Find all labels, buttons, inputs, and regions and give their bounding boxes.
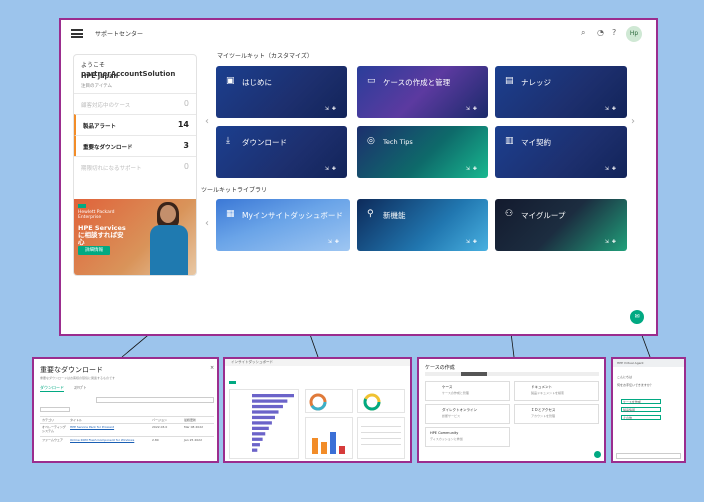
chart-bar xyxy=(252,410,279,414)
chart-bar xyxy=(252,399,288,403)
search-icon[interactable]: ⌕ xyxy=(581,28,585,38)
pin-icon[interactable]: ⇲✚ xyxy=(466,239,480,245)
donut-chart xyxy=(363,393,381,411)
donut-chart xyxy=(309,393,327,411)
pin-icon[interactable]: ⇲✚ xyxy=(605,166,619,172)
avatar[interactable]: Hp xyxy=(626,26,642,42)
noticed-label: 注目のアイテム xyxy=(81,84,113,89)
lightbulb-icon: ◎ xyxy=(367,136,375,146)
promo-headline: HPE Servicesに相談すれば安心 xyxy=(78,224,126,246)
downloads-subtitle: 重要なダウンロードはお客様の環境に関連するものです xyxy=(40,376,116,380)
sidebar-item-product-alerts[interactable]: 製品アラート 14 xyxy=(74,114,196,135)
document-icon: ▥ xyxy=(505,136,514,146)
folder-icon: ▭ xyxy=(367,76,376,86)
tile-my-groups[interactable]: ⚇ マイグループ ⇲✚ xyxy=(495,199,627,251)
promo-banner[interactable]: Hewlett Packard Enterprise HPE Servicesに… xyxy=(74,199,196,275)
chat-icon[interactable]: ✉ xyxy=(630,310,644,324)
sidebar-item-expiring-support[interactable]: 期限切れになるサポート 0 xyxy=(74,156,196,177)
pin-icon[interactable]: ⇲✚ xyxy=(466,166,480,172)
case-card[interactable]: ケース ケースの作成と管理 xyxy=(425,381,510,401)
table-row[interactable]: ファームウェア Online ROM Flash Component for W… xyxy=(40,438,214,448)
tile-my-contracts[interactable]: ▥ マイ契約 ⇲✚ xyxy=(495,126,627,178)
pin-icon[interactable]: ⇲✚ xyxy=(605,106,619,112)
chart-bar xyxy=(252,443,260,447)
chevron-left-icon[interactable]: ‹ xyxy=(205,218,209,229)
downloads-panel-thumbnail: 重要なダウンロード 重要なダウンロードはお客様の環境に関連するものです × ダウ… xyxy=(32,357,219,463)
dashboard-title: インサイトダッシュボード xyxy=(231,360,273,364)
download-icon: ⤓ xyxy=(226,136,230,146)
help-icon[interactable]: ? xyxy=(612,28,616,38)
book-icon: ▤ xyxy=(505,76,514,86)
tile-case-management[interactable]: ▭ ケースの作成と管理 ⇲✚ xyxy=(357,66,488,118)
chat-option[interactable]: 製品情報 xyxy=(621,407,661,412)
chat-title: HPE Virtual Agent xyxy=(617,361,644,365)
case-card[interactable]: ＩＤとアクセス アカウントを管理 xyxy=(514,404,599,424)
chart-bar xyxy=(252,426,269,430)
chat-option[interactable]: ケースを作成 xyxy=(621,399,661,404)
menu-icon[interactable] xyxy=(71,29,83,38)
pin-icon[interactable]: ⇲✚ xyxy=(325,106,339,112)
tile-downloads[interactable]: ⤓ ダウンロード ⇲✚ xyxy=(216,126,347,178)
chat-option[interactable]: その他 xyxy=(621,415,661,420)
search-input[interactable] xyxy=(96,397,214,403)
case-card[interactable]: ダイレクトオンライン 診断サービス xyxy=(425,404,510,424)
tab-scripts[interactable]: ｽｸﾘﾌﾟﾄ xyxy=(74,385,86,391)
chat-message: こんにちは xyxy=(617,375,633,379)
chart-bar xyxy=(252,421,272,425)
tile-insight-dashboard[interactable]: ▦ Myインサイトダッシュボード ⇲✚ xyxy=(216,199,350,251)
company-name: HPE japan xyxy=(81,72,119,80)
chart-icon: ▦ xyxy=(226,209,235,219)
col-version: バージョン xyxy=(152,418,167,422)
support-center-screen: サポートセンター ⌕ ◔ ? Hp ようこそ partnerAccountSol… xyxy=(59,18,658,336)
promo-person-image xyxy=(144,199,196,275)
chart-bar xyxy=(252,394,294,398)
tile-new-features[interactable]: ⚲ 新機能 ⇲✚ xyxy=(357,199,488,251)
chart-bar xyxy=(252,404,283,409)
bell-icon[interactable]: ◔ xyxy=(597,28,604,38)
promo-button[interactable]: 詳細情報 xyxy=(78,246,110,255)
clipboard-icon: ▣ xyxy=(226,76,235,86)
chevron-right-icon[interactable]: › xyxy=(631,116,635,127)
tile-knowledge[interactable]: ▤ ナレッジ ⇲✚ xyxy=(495,66,627,118)
filter-select[interactable] xyxy=(40,407,70,412)
chart-bar xyxy=(252,432,266,436)
tile-tech-tips[interactable]: ◎ Tech Tips ⇲✚ xyxy=(357,126,488,178)
create-case-title: ケースの作成 xyxy=(425,365,455,371)
sidebar: ようこそ partnerAccountSolution HPE japan 注目… xyxy=(73,54,197,276)
toolkit-library-label: ツールキットライブラリ xyxy=(201,187,268,194)
pin-icon[interactable]: ⇲✚ xyxy=(328,239,342,245)
col-category: カテゴリ xyxy=(42,418,55,422)
tile-getting-started[interactable]: ▣ はじめに ⇲✚ xyxy=(216,66,347,118)
chat-input[interactable] xyxy=(616,453,681,459)
dashboard-thumbnail: インサイトダッシュボード xyxy=(223,357,412,463)
promo-corp: Hewlett Packard Enterprise xyxy=(78,210,115,220)
app-title: サポートセンター xyxy=(95,31,144,38)
sidebar-item-open-cases[interactable]: 顧客対応中のケース 0 xyxy=(74,93,196,114)
group-icon: ⚇ xyxy=(505,209,514,219)
col-title: タイトル xyxy=(70,418,83,422)
table-row[interactable]: オペレーティングシステム HPE Service Pack for ProLia… xyxy=(40,425,214,435)
col-updated: 最終更新 xyxy=(184,418,197,422)
chat-panel-thumbnail: HPE Virtual Agent こんにちは 何をお手伝いできますか？ ケース… xyxy=(611,357,686,463)
bar-chart xyxy=(252,394,294,452)
case-card[interactable]: HPE Community ディスカッションに参加 xyxy=(425,427,510,447)
chart-bar xyxy=(252,415,275,420)
close-icon[interactable]: × xyxy=(210,365,214,371)
pin-icon[interactable]: ⇲✚ xyxy=(325,166,339,172)
chart-bar xyxy=(252,448,258,452)
downloads-title: 重要なダウンロード xyxy=(40,366,103,374)
sidebar-item-important-downloads[interactable]: 重要なダウンロード 3 xyxy=(74,135,196,156)
chart-bar xyxy=(252,437,263,441)
chat-message: 何をお手伝いできますか？ xyxy=(617,383,653,387)
chat-icon[interactable] xyxy=(594,451,601,458)
chevron-left-icon[interactable]: ‹ xyxy=(205,116,209,127)
create-case-thumbnail: ケースの作成 ケース ケースの作成と管理 ドキュメント 製品ドキュメントを検索 … xyxy=(417,357,606,463)
top-bar: サポートセンター ⌕ ◔ ? Hp xyxy=(61,20,656,46)
pin-icon[interactable]: ⇲✚ xyxy=(466,106,480,112)
hpe-logo xyxy=(78,204,86,208)
my-toolkit-label: マイツールキット（カスタマイズ） xyxy=(217,53,313,60)
pin-icon[interactable]: ⇲✚ xyxy=(605,239,619,245)
case-card[interactable]: ドキュメント 製品ドキュメントを検索 xyxy=(514,381,599,401)
new-icon: ⚲ xyxy=(367,209,374,219)
